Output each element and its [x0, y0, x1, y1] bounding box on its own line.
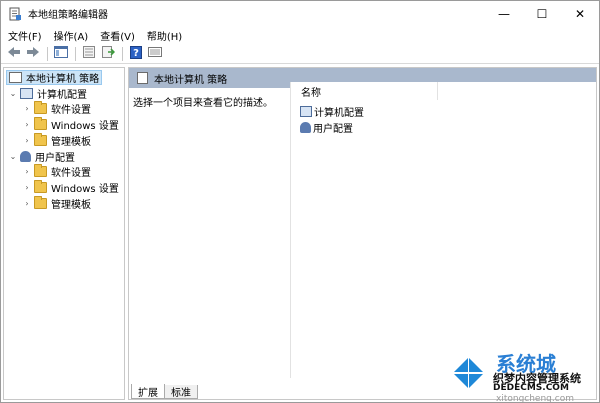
list-item-label: 用户配置: [313, 124, 353, 135]
tree-item-software-settings[interactable]: › 软件设置: [22, 164, 91, 179]
window-title: 本地组策略编辑器: [28, 10, 108, 21]
menu-view[interactable]: 查看(V): [93, 28, 140, 43]
console-tree-icon: [54, 46, 68, 61]
folder-icon: [34, 133, 47, 146]
watermark: 系统城 织梦内容管理系统 DEDECMS.COM xitongcheng.com: [441, 346, 600, 403]
tree-item-label: 软件设置: [51, 168, 91, 179]
title-bar[interactable]: 本地组策略编辑器 — ☐ ✕: [1, 1, 599, 26]
items-list: 名称 计算机配置 用户配置: [290, 82, 596, 378]
forward-button[interactable]: [24, 46, 42, 62]
chevron-right-icon[interactable]: ›: [22, 199, 32, 208]
export-list-button[interactable]: [99, 46, 117, 62]
tree-item-user-config[interactable]: ⌄ 用户配置: [8, 149, 75, 164]
description-pane: 选择一个项目来查看它的描述。: [129, 88, 289, 378]
details-header-title: 本地计算机 策略: [154, 74, 228, 86]
gpedit-window: 本地组策略编辑器 — ☐ ✕ 文件(F) 操作(A) 查看(V) 帮助(H) ?…: [0, 0, 600, 403]
maximize-button[interactable]: ☐: [523, 1, 561, 26]
tree-item-label: 计算机配置: [37, 90, 87, 101]
folder-icon: [34, 117, 47, 130]
chevron-down-icon[interactable]: ⌄: [8, 152, 18, 161]
list-item-user-config[interactable]: 用户配置: [300, 120, 353, 135]
folder-icon: [34, 180, 47, 193]
toolbar-separator: [75, 46, 76, 61]
folder-icon: [34, 164, 47, 177]
policy-icon: [137, 72, 148, 84]
menu-bar: 文件(F) 操作(A) 查看(V) 帮助(H): [1, 26, 599, 44]
back-button[interactable]: [5, 46, 23, 62]
column-header-name[interactable]: 名称: [291, 82, 438, 100]
chevron-right-icon[interactable]: ›: [22, 136, 32, 145]
tree-item-label: 软件设置: [51, 105, 91, 116]
help-icon: ?: [130, 45, 142, 62]
forward-icon: [26, 46, 40, 61]
description-text: 选择一个项目来查看它的描述。: [133, 98, 273, 109]
chevron-down-icon[interactable]: ⌄: [8, 89, 18, 98]
tab-label: 扩展: [138, 387, 158, 399]
tree-item-label: 本地计算机 策略: [26, 74, 100, 85]
show-hide-tree-button[interactable]: [52, 46, 70, 62]
svg-text:?: ?: [133, 48, 139, 59]
tree-item-root[interactable]: 本地计算机 策略: [6, 70, 103, 85]
chevron-right-icon[interactable]: ›: [22, 167, 32, 176]
tree-item-software-settings[interactable]: › 软件设置: [22, 101, 91, 116]
filter-button[interactable]: [146, 46, 164, 62]
toolbar-separator: [47, 46, 48, 61]
gpedit-app-icon: [8, 7, 22, 21]
chevron-right-icon[interactable]: ›: [22, 183, 32, 192]
chevron-right-icon[interactable]: ›: [22, 104, 32, 113]
maximize-icon: ☐: [536, 6, 548, 21]
menu-help[interactable]: 帮助(H): [140, 28, 187, 43]
watermark-line2: DEDECMS.COM: [493, 383, 569, 393]
folder-icon: [34, 101, 47, 114]
console-tree: 本地计算机 策略 ⌄ 计算机配置 › 软件设置 › Windows 设置 › 管…: [3, 67, 125, 400]
tree-item-label: 管理模板: [51, 200, 91, 211]
tree-item-label: Windows 设置: [51, 184, 119, 195]
chevron-right-icon[interactable]: ›: [22, 120, 32, 129]
computer-icon: [300, 106, 312, 117]
windows-logo-icon: [450, 355, 486, 391]
close-button[interactable]: ✕: [561, 1, 599, 26]
user-icon: [300, 122, 311, 133]
tree-item-admin-templates[interactable]: › 管理模板: [22, 196, 91, 211]
menu-action[interactable]: 操作(A): [47, 28, 94, 43]
close-icon: ✕: [574, 6, 586, 21]
user-icon: [20, 151, 31, 162]
column-header-label: 名称: [301, 87, 321, 99]
list-item-label: 计算机配置: [314, 108, 364, 119]
tree-item-windows-settings[interactable]: › Windows 设置: [22, 117, 119, 132]
computer-icon: [20, 88, 33, 99]
minimize-button[interactable]: —: [485, 1, 523, 26]
toolbar: ?: [1, 44, 599, 64]
tree-item-label: 用户配置: [35, 153, 75, 164]
toolbar-separator: [122, 46, 123, 61]
tree-item-windows-settings[interactable]: › Windows 设置: [22, 180, 119, 195]
properties-button[interactable]: [80, 46, 98, 62]
help-button[interactable]: ?: [127, 45, 145, 62]
menu-file[interactable]: 文件(F): [1, 28, 47, 43]
filter-icon: [148, 46, 162, 61]
watermark-url: xitongcheng.com: [496, 394, 574, 403]
tree-item-admin-templates[interactable]: › 管理模板: [22, 133, 91, 148]
back-icon: [7, 46, 21, 61]
folder-icon: [34, 196, 47, 209]
properties-icon: [82, 46, 96, 61]
tab-standard[interactable]: 标准: [164, 385, 198, 399]
list-item-computer-config[interactable]: 计算机配置: [300, 104, 364, 119]
tree-item-computer-config[interactable]: ⌄ 计算机配置: [8, 86, 87, 101]
tab-label: 标准: [171, 388, 191, 399]
minimize-icon: —: [498, 6, 510, 21]
policy-icon: [9, 72, 22, 83]
tree-item-label: Windows 设置: [51, 121, 119, 132]
export-list-icon: [101, 46, 116, 61]
tree-item-label: 管理模板: [51, 137, 91, 148]
tab-extended[interactable]: 扩展: [131, 384, 165, 399]
